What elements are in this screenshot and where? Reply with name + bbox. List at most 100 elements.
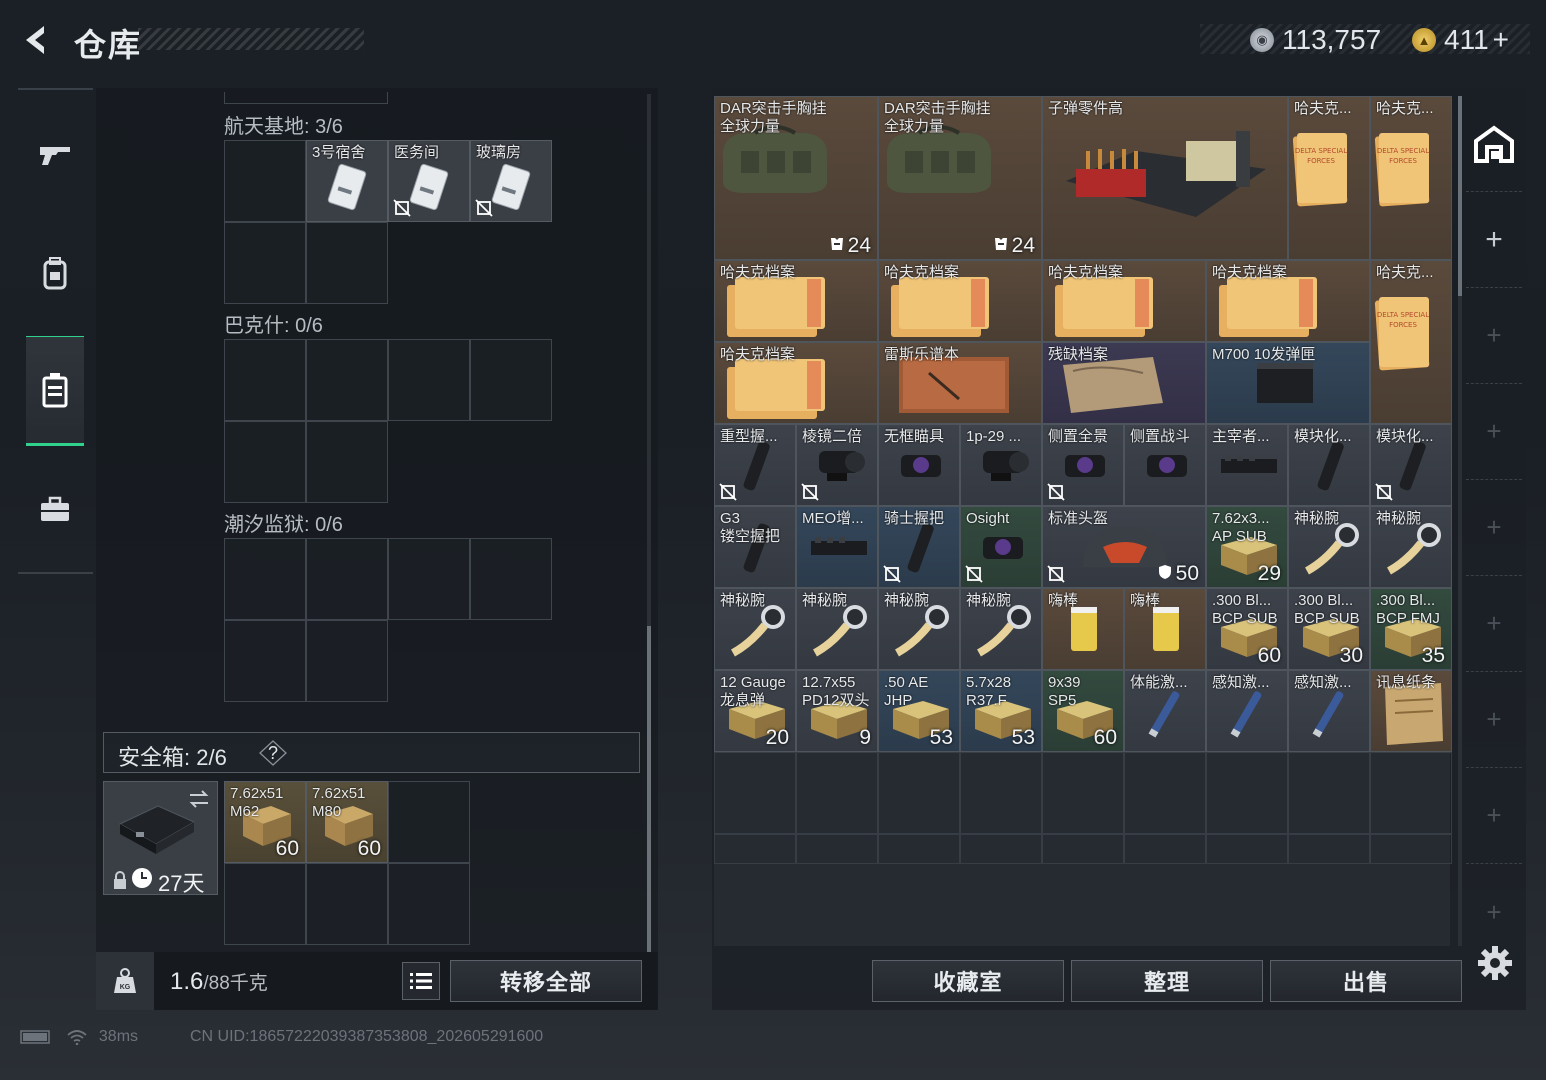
tab-weapons[interactable] <box>26 100 84 210</box>
grid-slot[interactable] <box>224 620 306 702</box>
tab-containers[interactable] <box>26 336 84 446</box>
stash-grid-slot[interactable] <box>878 752 960 834</box>
grid-slot[interactable] <box>224 538 306 620</box>
grid-slot[interactable] <box>224 863 306 945</box>
stash-item[interactable]: 哈夫克档案 <box>714 342 878 424</box>
stash-item[interactable]: Osight <box>960 506 1042 588</box>
stash-item[interactable]: 嗨棒 <box>1124 588 1206 670</box>
keycard-item[interactable]: 玻璃房 <box>470 140 552 222</box>
keycard-item[interactable]: 3号宿舍 <box>306 140 388 222</box>
stash-item[interactable]: DELTA SPECIAL FORCES 哈夫克... <box>1370 260 1452 424</box>
stash-grid-slot[interactable] <box>1042 752 1124 834</box>
grid-slot[interactable] <box>470 538 552 620</box>
stash-item[interactable]: 侧置全景 <box>1042 424 1124 506</box>
grid-slot[interactable] <box>224 140 306 222</box>
stash-grid-slot[interactable] <box>1124 752 1206 834</box>
stash-item[interactable]: 模块化... <box>1288 424 1370 506</box>
stash-item[interactable]: DELTA SPECIAL FORCES 哈夫克... <box>1370 96 1452 260</box>
stash-grid-slot[interactable] <box>1206 752 1288 834</box>
locked-stash-page[interactable]: + <box>1466 288 1522 384</box>
stash-grid-slot[interactable] <box>1042 834 1124 864</box>
stash-item[interactable]: 体能激... <box>1124 670 1206 752</box>
grid-slot[interactable] <box>306 421 388 503</box>
stash-item[interactable]: 12.7x55 PD12双头 9 <box>796 670 878 752</box>
gold-currency[interactable]: ▲ 411 + <box>1412 24 1509 56</box>
locked-stash-page[interactable]: + <box>1466 768 1522 864</box>
grid-slot[interactable] <box>306 222 388 304</box>
locked-stash-page[interactable]: + <box>1466 672 1522 768</box>
stash-item[interactable]: DELTA SPECIAL FORCES 哈夫克... <box>1288 96 1370 260</box>
help-button[interactable]: ? <box>258 739 288 767</box>
tab-supplies[interactable] <box>26 454 84 564</box>
stash-item[interactable]: 神秘腕 <box>1370 506 1452 588</box>
grid-slot[interactable] <box>388 781 470 863</box>
grid-slot[interactable] <box>224 222 306 304</box>
stash-item[interactable]: 5.7x28 R37.F 53 <box>960 670 1042 752</box>
grid-slot[interactable] <box>224 339 306 421</box>
stash-grid-slot[interactable] <box>796 834 878 864</box>
left-scrollbar-thumb[interactable] <box>647 626 651 952</box>
grid-slot[interactable] <box>306 863 388 945</box>
grid-slot[interactable] <box>306 339 388 421</box>
stash-item[interactable]: .300 Bl... BCP SUB 60 <box>1206 588 1288 670</box>
stash-grid-slot[interactable] <box>1288 752 1370 834</box>
stash-item[interactable]: G3 镂空握把 <box>714 506 796 588</box>
stash-item[interactable]: MEO增... <box>796 506 878 588</box>
grid-slot[interactable] <box>306 620 388 702</box>
stash-scrollbar-thumb[interactable] <box>1458 96 1462 296</box>
stash-item[interactable]: 棱镜二倍 <box>796 424 878 506</box>
safe-box-container[interactable]: 27天 <box>103 781 218 896</box>
stash-grid-slot[interactable] <box>714 752 796 834</box>
stash-item[interactable]: DAR突击手胸挂 全球力量 24 <box>714 96 878 260</box>
locked-stash-page[interactable]: + <box>1466 576 1522 672</box>
stash-item[interactable]: .300 Bl... BCP SUB 30 <box>1288 588 1370 670</box>
add-currency-button[interactable]: + <box>1493 24 1509 56</box>
sort-button[interactable]: 整理 <box>1071 960 1263 1002</box>
stash-item[interactable]: 神秘腕 <box>960 588 1042 670</box>
stash-item[interactable]: .50 AE JHP 53 <box>878 670 960 752</box>
stash-grid-slot[interactable] <box>960 834 1042 864</box>
stash-item[interactable]: 哈夫克档案 <box>878 260 1042 342</box>
swap-icon[interactable] <box>186 788 212 810</box>
stash-item[interactable]: 侧置战斗 <box>1124 424 1206 506</box>
list-view-button[interactable] <box>402 962 440 1000</box>
stash-item[interactable]: 嗨棒 <box>1042 588 1124 670</box>
stash-item[interactable]: 主宰者... <box>1206 424 1288 506</box>
stash-item[interactable]: M700 10发弹匣 <box>1206 342 1370 424</box>
stash-grid-slot[interactable] <box>714 834 796 864</box>
stash-item[interactable]: 雷斯乐谱本 <box>878 342 1042 424</box>
stash-item[interactable]: 神秘腕 <box>878 588 960 670</box>
stash-grid-slot[interactable] <box>1206 834 1288 864</box>
stash-item[interactable]: DAR突击手胸挂 全球力量 24 <box>878 96 1042 260</box>
grid-slot[interactable] <box>388 863 470 945</box>
locked-stash-page[interactable]: + <box>1466 480 1522 576</box>
grid-slot[interactable] <box>470 339 552 421</box>
stash-grid-slot[interactable] <box>1370 752 1452 834</box>
stash-item[interactable]: 无框瞄具 <box>878 424 960 506</box>
ammo-item[interactable]: 7.62x51 M62 60 <box>224 781 306 863</box>
stash-grid-slot[interactable] <box>796 752 878 834</box>
stash-item[interactable]: 模块化... <box>1370 424 1452 506</box>
grid-slot[interactable] <box>388 339 470 421</box>
stash-item[interactable]: 9x39 SP5 60 <box>1042 670 1124 752</box>
stash-item[interactable]: 讯息纸条 <box>1370 670 1452 752</box>
stash-item[interactable]: .300 Bl... BCP FMJ 35 <box>1370 588 1452 670</box>
stash-item[interactable]: 哈夫克档案 <box>1206 260 1370 342</box>
stash-item[interactable]: 标准头盔 50 <box>1042 506 1206 588</box>
stash-item[interactable]: 哈夫克档案 <box>714 260 878 342</box>
grid-slot[interactable] <box>306 538 388 620</box>
grid-slot[interactable] <box>388 538 470 620</box>
stash-page-main[interactable] <box>1466 96 1522 192</box>
stash-item[interactable]: 感知激... <box>1206 670 1288 752</box>
back-arrow-icon[interactable] <box>18 22 54 58</box>
sell-button[interactable]: 出售 <box>1270 960 1462 1002</box>
stash-item[interactable]: 哈夫克档案 <box>1042 260 1206 342</box>
stash-item[interactable]: 1p-29 ... <box>960 424 1042 506</box>
stash-item[interactable]: 神秘腕 <box>714 588 796 670</box>
stash-item[interactable]: 7.62x3... AP SUB 29 <box>1206 506 1288 588</box>
stash-grid-slot[interactable] <box>960 752 1042 834</box>
stash-grid-slot[interactable] <box>1370 834 1452 864</box>
ammo-item[interactable]: 7.62x51 M80 60 <box>306 781 388 863</box>
tab-equipment[interactable] <box>26 218 84 328</box>
stash-item[interactable]: 重型握... <box>714 424 796 506</box>
